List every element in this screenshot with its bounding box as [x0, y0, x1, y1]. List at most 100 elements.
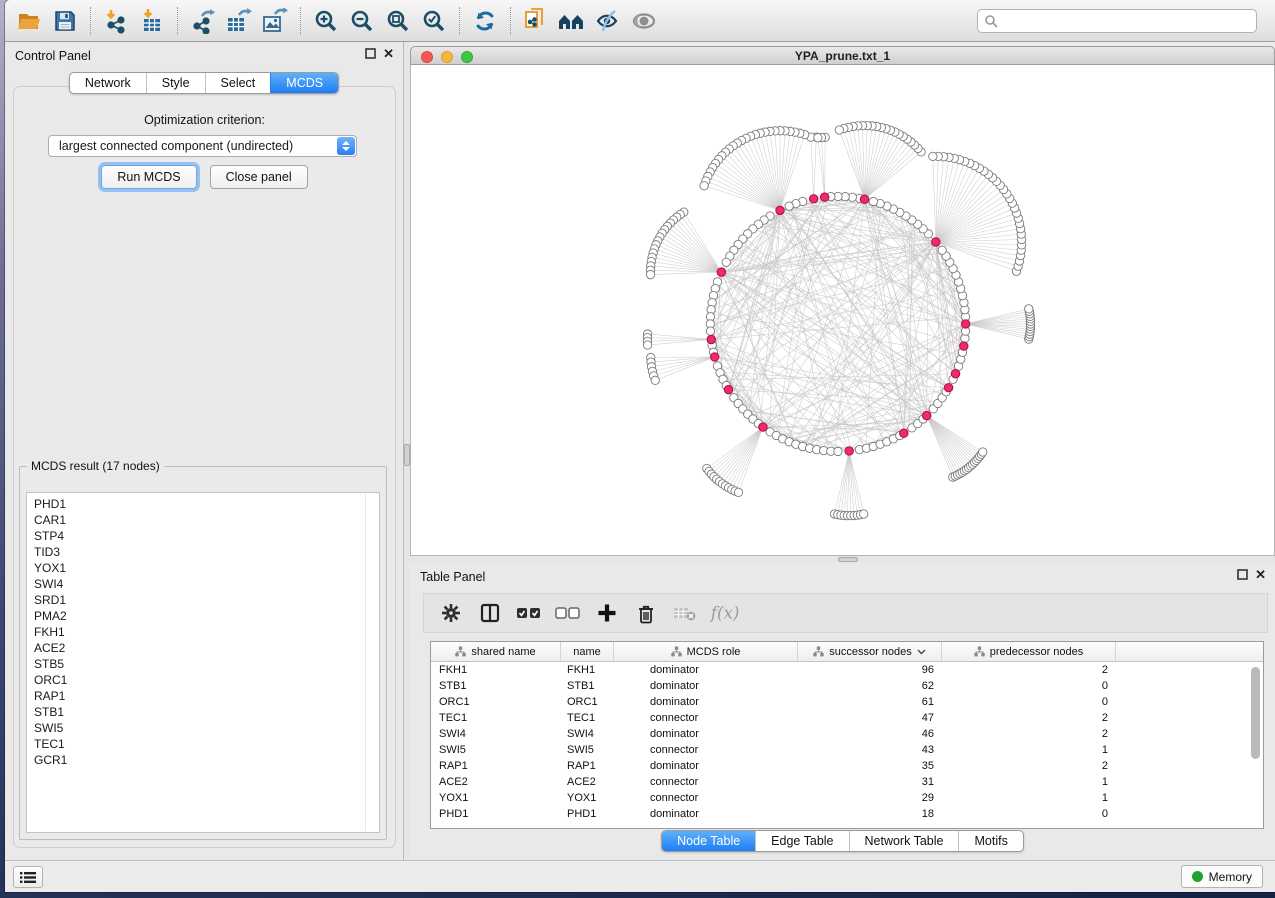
- mcds-result-item[interactable]: STP4: [27, 528, 379, 544]
- float-panel-icon[interactable]: [365, 48, 376, 59]
- column-header-mcds-role[interactable]: MCDS role: [614, 642, 798, 661]
- show-column-icon[interactable]: [475, 598, 505, 628]
- column-header-successor-nodes[interactable]: successor nodes: [798, 642, 942, 661]
- tab-select[interactable]: Select: [205, 73, 271, 93]
- new-network-from-selection-icon[interactable]: [518, 4, 554, 38]
- attribute-icon: [455, 646, 466, 657]
- table-row[interactable]: RAP1RAP1dominator352: [431, 758, 1263, 774]
- search-input[interactable]: [998, 14, 1250, 28]
- mcds-result-item[interactable]: SRD1: [27, 592, 379, 608]
- tab-network-table[interactable]: Network Table: [849, 831, 959, 851]
- close-panel-icon[interactable]: ✕: [1255, 569, 1266, 580]
- table-row[interactable]: STB1STB1dominator620: [431, 678, 1263, 694]
- export-table-icon[interactable]: [221, 4, 257, 38]
- mcds-result-item[interactable]: ACE2: [27, 640, 379, 656]
- export-network-icon[interactable]: [185, 4, 221, 38]
- export-image-icon[interactable]: [257, 4, 293, 38]
- control-panel-title: Control Panel: [15, 49, 91, 63]
- column-header-predecessor-nodes[interactable]: predecessor nodes: [942, 642, 1116, 661]
- save-session-icon[interactable]: [47, 4, 83, 38]
- network-canvas[interactable]: [410, 65, 1275, 556]
- table-row[interactable]: FKH1FKH1dominator962: [431, 662, 1263, 678]
- table-row[interactable]: ACE2ACE2connector311: [431, 774, 1263, 790]
- table-row[interactable]: SWI5SWI5connector431: [431, 742, 1263, 758]
- table-row[interactable]: TEC1TEC1connector472: [431, 710, 1263, 726]
- sort-desc-icon: [917, 649, 926, 655]
- optimization-criterion-dropdown[interactable]: largest connected component (undirected): [48, 135, 357, 157]
- toolbar-separator: [90, 7, 91, 35]
- mcds-result-item[interactable]: STB5: [27, 656, 379, 672]
- tab-motifs[interactable]: Motifs: [958, 831, 1022, 851]
- mcds-result-title: MCDS result (17 nodes): [27, 459, 164, 473]
- table-row[interactable]: PHD1PHD1dominator180: [431, 806, 1263, 822]
- mcds-result-item[interactable]: PMA2: [27, 608, 379, 624]
- column-header-shared-name[interactable]: shared name: [431, 642, 561, 661]
- tab-network[interactable]: Network: [70, 73, 146, 93]
- horizontal-splitter-handle[interactable]: [838, 557, 858, 562]
- zoom-selected-icon[interactable]: [416, 4, 452, 38]
- task-history-button[interactable]: [13, 866, 43, 888]
- table-cell: RAP1: [431, 758, 561, 774]
- network-window-titlebar[interactable]: YPA_prune.txt_1: [410, 46, 1275, 65]
- mcds-result-item[interactable]: ORC1: [27, 672, 379, 688]
- mcds-result-item[interactable]: GCR1: [27, 752, 379, 768]
- mcds-result-item[interactable]: CAR1: [27, 512, 379, 528]
- table-cell: 29: [798, 790, 942, 806]
- table-cell: 0: [942, 678, 1116, 694]
- tab-mcds[interactable]: MCDS: [270, 73, 338, 93]
- open-session-icon[interactable]: [11, 4, 47, 38]
- horizontal-splitter[interactable]: [410, 556, 1275, 563]
- mcds-result-item[interactable]: SWI4: [27, 576, 379, 592]
- deselect-all-checkboxes-icon[interactable]: [553, 598, 583, 628]
- table-scrollbar-thumb[interactable]: [1251, 667, 1260, 759]
- add-column-icon[interactable]: [592, 598, 622, 628]
- first-neighbors-icon[interactable]: [554, 4, 590, 38]
- import-table-icon[interactable]: [134, 4, 170, 38]
- import-network-icon[interactable]: [98, 4, 134, 38]
- search-box[interactable]: [977, 9, 1257, 33]
- table-cell: 31: [798, 774, 942, 790]
- mcds-result-list[interactable]: PHD1CAR1STP4TID3YOX1SWI4SRD1PMA2FKH1ACE2…: [26, 492, 380, 833]
- column-header-name[interactable]: name: [561, 642, 614, 661]
- mcds-result-item[interactable]: TID3: [27, 544, 379, 560]
- delete-column-icon[interactable]: [631, 598, 661, 628]
- main-toolbar: [5, 0, 1275, 42]
- network-graph[interactable]: [411, 65, 1274, 555]
- tab-edge-table[interactable]: Edge Table: [755, 831, 848, 851]
- table-cell: connector: [614, 710, 798, 726]
- mcds-result-item[interactable]: PHD1: [27, 496, 379, 512]
- apply-layout-icon[interactable]: [467, 4, 503, 38]
- mcds-result-item[interactable]: STB1: [27, 704, 379, 720]
- close-panel-icon[interactable]: ✕: [383, 48, 394, 59]
- tab-node-table[interactable]: Node Table: [662, 831, 755, 851]
- show-graphics-details-icon[interactable]: [626, 4, 662, 38]
- run-mcds-button[interactable]: Run MCDS: [101, 165, 196, 189]
- table-cell: dominator: [614, 694, 798, 710]
- show-hide-visual-properties-icon[interactable]: [590, 4, 626, 38]
- task-list-icon: [20, 871, 36, 884]
- tab-style[interactable]: Style: [146, 73, 205, 93]
- mcds-result-item[interactable]: FKH1: [27, 624, 379, 640]
- mcds-result-item[interactable]: YOX1: [27, 560, 379, 576]
- zoom-in-icon[interactable]: [308, 4, 344, 38]
- mcds-result-item[interactable]: SWI5: [27, 720, 379, 736]
- table-cell: RAP1: [561, 758, 614, 774]
- zoom-fit-icon[interactable]: [380, 4, 416, 38]
- mcds-result-fieldset: MCDS result (17 nodes) PHD1CAR1STP4TID3Y…: [19, 459, 387, 840]
- table-cell: 96: [798, 662, 942, 678]
- memory-button[interactable]: Memory: [1181, 865, 1263, 888]
- table-options-gear-icon[interactable]: [436, 598, 466, 628]
- table-row[interactable]: ORC1ORC1dominator610: [431, 694, 1263, 710]
- table-cell: 2: [942, 758, 1116, 774]
- mcds-result-item[interactable]: TEC1: [27, 736, 379, 752]
- float-panel-icon[interactable]: [1237, 569, 1248, 580]
- toolbar-separator: [459, 7, 460, 35]
- table-row[interactable]: YOX1YOX1connector291: [431, 790, 1263, 806]
- close-panel-button[interactable]: Close panel: [210, 165, 308, 189]
- table-cell: 47: [798, 710, 942, 726]
- zoom-out-icon[interactable]: [344, 4, 380, 38]
- table-row[interactable]: SWI4SWI4dominator462: [431, 726, 1263, 742]
- select-all-checkboxes-icon[interactable]: [514, 598, 544, 628]
- mcds-result-item[interactable]: RAP1: [27, 688, 379, 704]
- dropdown-selected-value: largest connected component (undirected): [49, 139, 337, 153]
